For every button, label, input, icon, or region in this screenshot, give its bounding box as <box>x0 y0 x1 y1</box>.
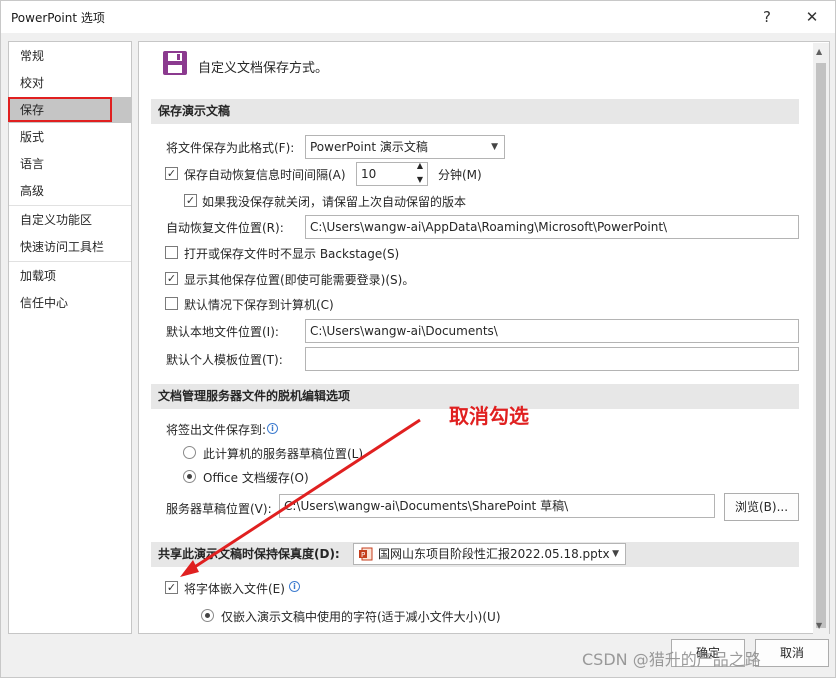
autorecover-minutes-spinner[interactable]: 10 ▲ ▼ <box>356 162 428 186</box>
info-icon: i <box>267 423 278 434</box>
embed-fonts-label: 将字体嵌入文件(E) <box>184 582 285 596</box>
office-cache-label: Office 文档缓存(O) <box>203 471 309 485</box>
save-format-value: PowerPoint 演示文稿 <box>310 140 428 154</box>
chevron-down-icon: ▼ <box>491 142 498 152</box>
autorecover-label: 保存自动恢复信息时间间隔(A) <box>184 168 346 182</box>
embed-fonts-checkbox[interactable]: ✓ <box>165 581 178 594</box>
nav-divider <box>9 261 131 262</box>
nav-item-general[interactable]: 常规 <box>9 43 131 69</box>
save-to-computer-checkbox[interactable] <box>165 297 178 310</box>
server-drafts-radio[interactable] <box>183 446 196 459</box>
save-format-dropdown[interactable]: PowerPoint 演示文稿 ▼ <box>305 135 505 159</box>
fidelity-header-label: 共享此演示文稿时保持保真度(D): <box>158 547 340 561</box>
save-options-panel: 自定义文档保存方式。 保存演示文稿 将文件保存为此格式(F): PowerPoi… <box>138 41 830 634</box>
title-bar: PowerPoint 选项 ? ✕ <box>1 1 835 33</box>
info-icon: i <box>289 581 300 592</box>
spinner-arrows-icon[interactable]: ▲ ▼ <box>417 163 423 185</box>
chevron-down-icon: ▼ <box>612 549 619 559</box>
nav-item-add-ins[interactable]: 加载项 <box>9 263 131 289</box>
scroll-down-icon[interactable]: ▼ <box>816 621 822 630</box>
template-location-label: 默认个人模板位置(T): <box>166 353 283 367</box>
default-local-location-input[interactable]: C:\Users\wangw-ai\Documents\ <box>305 319 799 343</box>
nav-item-quick-access-toolbar[interactable]: 快速访问工具栏 <box>9 234 131 260</box>
nav-item-proofing[interactable]: 校对 <box>9 70 131 96</box>
window-title: PowerPoint 选项 <box>11 11 105 25</box>
autorecover-checkbox[interactable]: ✓ <box>165 167 178 180</box>
nav-item-trust-center[interactable]: 信任中心 <box>9 290 131 316</box>
autorecover-location-input[interactable]: C:\Users\wangw-ai\AppData\Roaming\Micros… <box>305 215 799 239</box>
section-header-save: 保存演示文稿 <box>151 99 799 124</box>
fidelity-file-dropdown[interactable]: P 国网山东项目阶段性汇报2022.05.18.pptx ▼ <box>353 543 626 565</box>
checkout-label: 将签出文件保存到: <box>166 423 267 437</box>
pptx-file-icon: P <box>359 547 373 561</box>
selection-highlight-box <box>8 97 112 122</box>
embed-used-chars-label: 仅嵌入演示文稿中使用的字符(适于减小文件大小)(U) <box>221 610 501 624</box>
page-heading: 自定义文档保存方式。 <box>198 61 329 76</box>
office-cache-radio[interactable] <box>183 470 196 483</box>
browse-button[interactable]: 浏览(B)... <box>724 493 799 521</box>
nav-item-language[interactable]: 语言 <box>9 151 131 177</box>
fidelity-file-value: 国网山东项目阶段性汇报2022.05.18.pptx <box>378 547 610 561</box>
help-button[interactable]: ? <box>751 5 783 29</box>
embed-used-chars-radio[interactable] <box>201 609 214 622</box>
nav-item-layout[interactable]: 版式 <box>9 124 131 150</box>
format-label: 将文件保存为此格式(F): <box>166 141 295 155</box>
no-backstage-checkbox[interactable] <box>165 246 178 259</box>
show-more-locations-checkbox[interactable]: ✓ <box>165 272 178 285</box>
no-backstage-label: 打开或保存文件时不显示 Backstage(S) <box>184 247 400 261</box>
save-disk-icon <box>163 51 187 75</box>
svg-text:P: P <box>361 551 365 559</box>
scroll-thumb[interactable] <box>816 63 826 628</box>
server-drafts-label: 此计算机的服务器草稿位置(L) <box>203 447 364 461</box>
save-to-computer-label: 默认情况下保存到计算机(C) <box>184 298 334 312</box>
annotation-callout-text: 取消勾选 <box>449 404 529 428</box>
default-local-location-label: 默认本地文件位置(I): <box>166 325 279 339</box>
template-location-input[interactable] <box>305 347 799 371</box>
keep-last-version-checkbox[interactable]: ✓ <box>184 194 197 207</box>
autorecover-location-label: 自动恢复文件位置(R): <box>166 221 284 235</box>
drafts-location-input[interactable]: C:\Users\wangw-ai\Documents\SharePoint 草… <box>279 494 715 518</box>
close-button[interactable]: ✕ <box>796 5 828 29</box>
cancel-button[interactable]: 取消 <box>755 639 829 667</box>
nav-item-advanced[interactable]: 高级 <box>9 178 131 204</box>
keep-last-version-label: 如果我没保存就关闭，请保留上次自动保留的版本 <box>202 195 467 209</box>
vertical-scrollbar[interactable]: ▲ ▼ <box>813 43 829 634</box>
watermark-text: CSDN @猎升的产品之路 <box>582 650 761 669</box>
powerpoint-options-dialog: PowerPoint 选项 ? ✕ 常规 校对 保存 版式 语言 高级 自定义功… <box>0 0 836 678</box>
nav-item-customize-ribbon[interactable]: 自定义功能区 <box>9 207 131 233</box>
autorecover-minutes-value: 10 <box>361 167 377 181</box>
minutes-label: 分钟(M) <box>438 168 482 182</box>
scroll-up-icon[interactable]: ▲ <box>816 47 822 56</box>
nav-divider <box>9 205 131 206</box>
drafts-location-label: 服务器草稿位置(V): <box>166 502 272 516</box>
show-more-locations-label: 显示其他保存位置(即使可能需要登录)(S)。 <box>184 273 415 287</box>
category-nav: 常规 校对 保存 版式 语言 高级 自定义功能区 快速访问工具栏 加载项 信任中… <box>8 41 132 634</box>
